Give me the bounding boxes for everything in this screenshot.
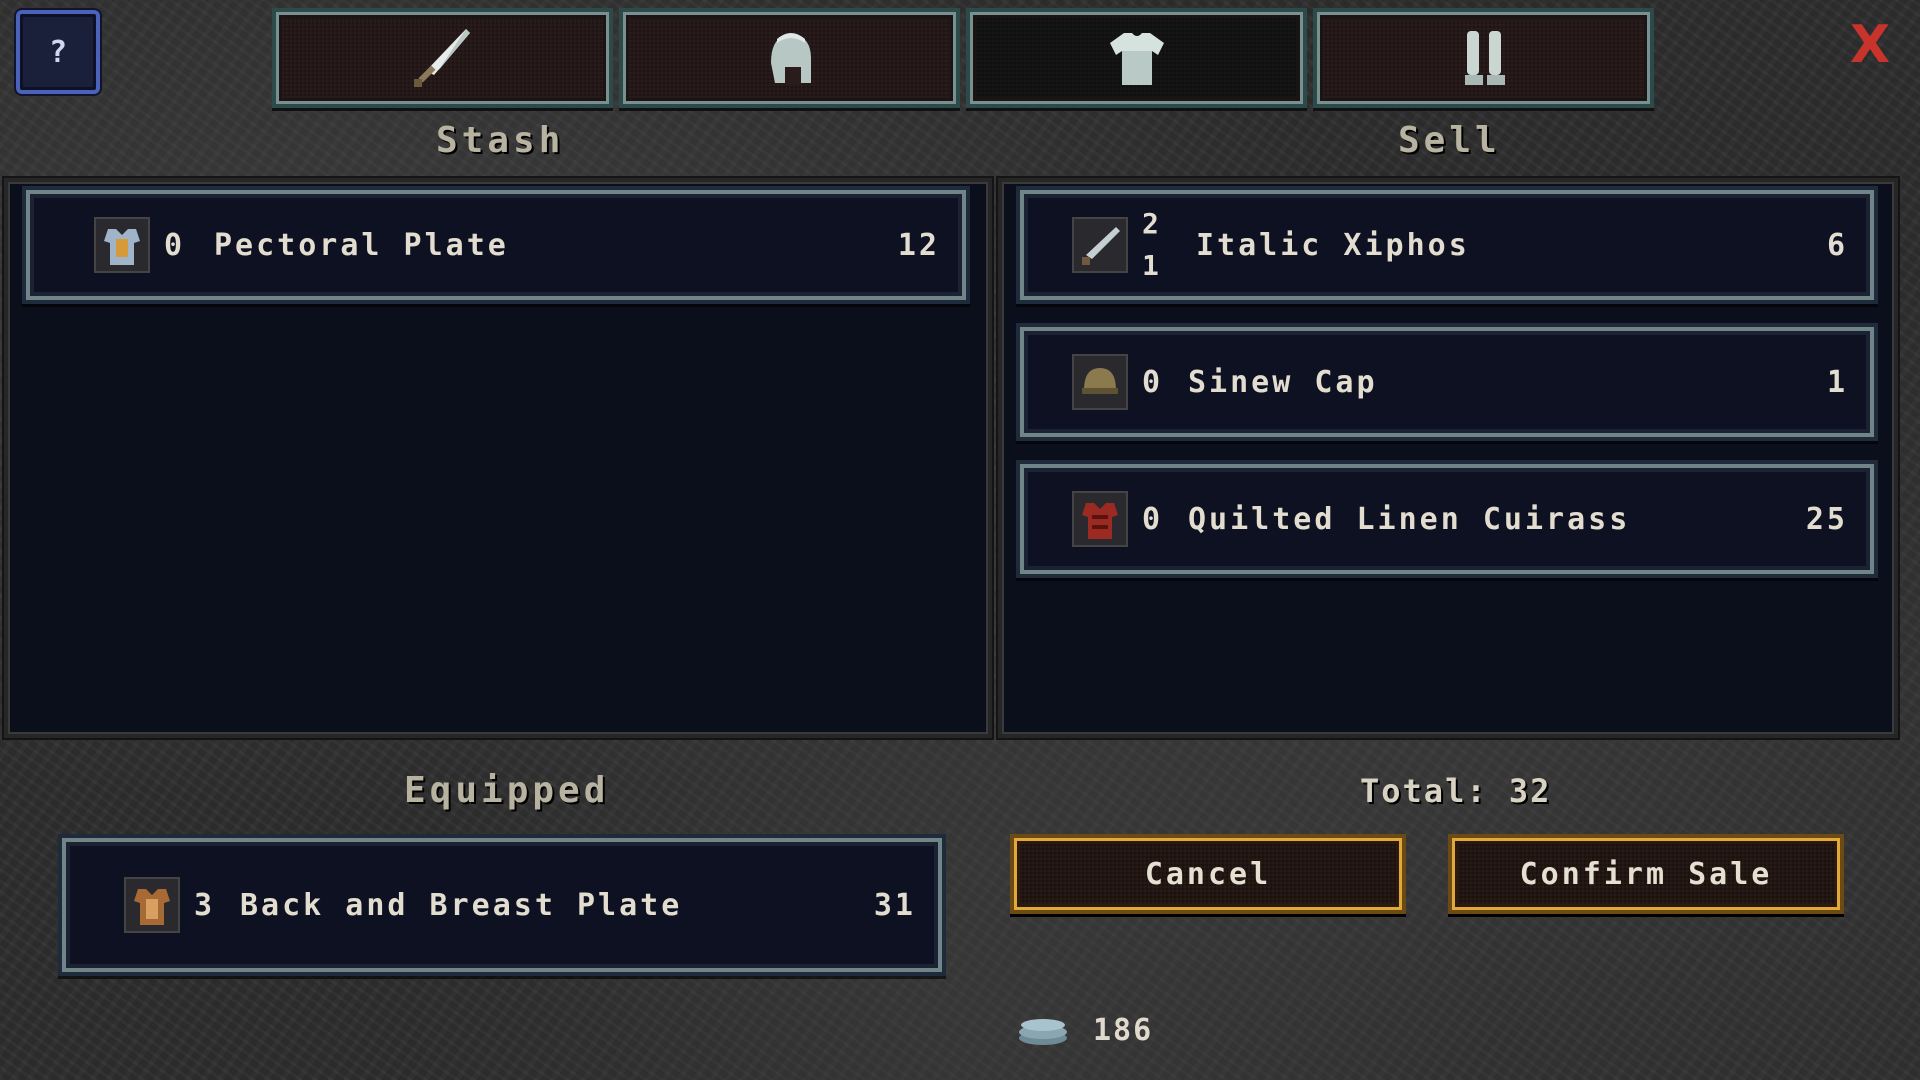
item-quantity: 0: [1142, 501, 1164, 537]
confirm-sale-label: Confirm Sale: [1519, 856, 1773, 892]
tunic-icon: [1109, 33, 1164, 85]
equipped-heading: Equipped: [404, 770, 610, 811]
sell-item-row[interactable]: 0 Sinew Cap 1: [1016, 323, 1878, 441]
item-quantity: 3: [194, 887, 216, 923]
currency-amount: 186: [1093, 1012, 1154, 1048]
stash-heading: Stash: [436, 120, 565, 161]
sword-icon: [1072, 217, 1128, 273]
item-quantity: 0: [164, 227, 186, 263]
help-label: ?: [48, 34, 68, 70]
helmet-icon: [770, 33, 811, 85]
item-price: 6: [1826, 227, 1848, 263]
item-price: 25: [1805, 501, 1848, 537]
item-price: 1: [1826, 364, 1848, 400]
currency-display: 186: [1015, 1012, 1153, 1048]
tab-weapons[interactable]: [272, 8, 613, 108]
sword-icon: [413, 29, 470, 87]
equipped-item-row[interactable]: 3 Back and Breast Plate 31: [58, 834, 946, 976]
item-quantity: 0: [1142, 364, 1164, 400]
item-price: 12: [897, 227, 940, 263]
sell-item-row[interactable]: 2 1 Italic Xiphos 6: [1016, 186, 1878, 304]
coin-stack-icon: [1019, 1019, 1067, 1045]
close-button[interactable]: X: [1845, 15, 1895, 75]
sell-heading: Sell: [1398, 120, 1501, 161]
sale-total: Total: 32: [1360, 772, 1552, 810]
cap-icon: [1072, 354, 1128, 410]
item-name: Italic Xiphos: [1196, 227, 1470, 263]
item-name: Sinew Cap: [1188, 364, 1378, 400]
greaves-icon: [1464, 31, 1505, 85]
category-tabs: [272, 8, 1654, 108]
item-quantity-bottom: 1: [1142, 249, 1162, 282]
stash-item-row[interactable]: 0 Pectoral Plate 12: [22, 186, 970, 304]
cancel-label: Cancel: [1144, 856, 1272, 892]
help-button[interactable]: ?: [16, 10, 100, 94]
cuirass-icon: [1072, 491, 1128, 547]
tab-armor[interactable]: [966, 8, 1307, 108]
item-name: Quilted Linen Cuirass: [1188, 501, 1631, 537]
tab-helmets[interactable]: [619, 8, 960, 108]
item-name: Back and Breast Plate: [240, 887, 683, 923]
item-name: Pectoral Plate: [214, 227, 509, 263]
sell-item-row[interactable]: 0 Quilted Linen Cuirass 25: [1016, 460, 1878, 578]
confirm-sale-button[interactable]: Confirm Sale: [1448, 834, 1844, 914]
breastplate-icon: [124, 877, 180, 933]
item-quantity: 2 1: [1128, 203, 1188, 287]
item-quantity-top: 2: [1142, 207, 1162, 240]
close-icon: X: [1849, 15, 1891, 75]
tab-legs[interactable]: [1313, 8, 1654, 108]
plate-armor-icon: [94, 217, 150, 273]
item-price: 31: [873, 887, 916, 923]
cancel-button[interactable]: Cancel: [1010, 834, 1406, 914]
